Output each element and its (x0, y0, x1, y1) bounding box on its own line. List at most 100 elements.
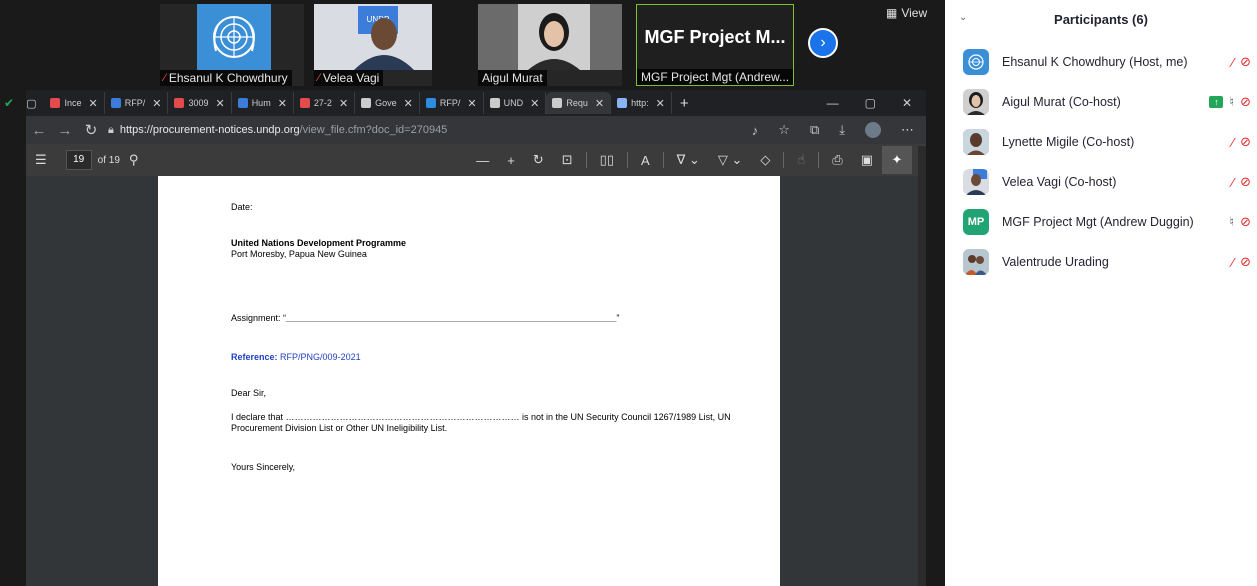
participants-header: ⌄ Participants (6) (945, 0, 1257, 38)
fit-page-icon[interactable]: ⊡ (553, 152, 582, 168)
save-icon[interactable]: ▣ (852, 152, 882, 168)
close-icon[interactable]: ✕ (902, 96, 912, 110)
zoom-in-icon[interactable]: + (498, 153, 524, 168)
video-tile-velea[interactable]: UNDP ⁄ Velea Vagi (314, 4, 432, 86)
draw-icon[interactable]: ∇ ⌄ (668, 152, 709, 168)
more-menu-icon[interactable]: ⋯ (901, 122, 914, 138)
table-of-contents-icon[interactable]: ☰ (26, 152, 56, 168)
browser-tab[interactable]: http: ✕ (611, 92, 672, 114)
participant-row[interactable]: Ehsanul K Chowdhury (Host, me) ⁄ ⊘ (945, 42, 1257, 82)
tab-label: Ince (64, 98, 82, 108)
participant-row[interactable]: Lynette Migile (Co-host) ⁄ ⊘ (945, 122, 1257, 162)
shared-screen-browser: ✔ ▢ Ince ✕ RFP/✕ 3009 ✕ Hum ✕ 27-2 ✕ Gove ✕ RFP/✕ UN… (4, 90, 926, 586)
downloads-icon[interactable]: ⤓ (839, 122, 845, 138)
chevron-down-icon[interactable]: ⌄ (959, 12, 967, 23)
video-off-icon[interactable]: ⊘ (1240, 94, 1251, 110)
mic-muted-icon[interactable]: ⁄ (1232, 135, 1234, 150)
meeting-area: ⁄ Ehsanul K Chowdhury UNDP ⁄ Velea Vagi (0, 0, 945, 586)
video-off-icon[interactable]: ⊘ (1240, 214, 1251, 230)
mic-muted-icon[interactable]: ⁄ (1232, 175, 1234, 190)
toolbar-divider (585, 152, 587, 168)
mic-icon[interactable]: ♮ (1229, 94, 1234, 110)
url-field[interactable]: 🔒︎ https://procurement-notices.undp.org/… (108, 119, 678, 141)
tab-close-icon[interactable]: ✕ (88, 97, 97, 110)
tab-close-icon[interactable]: ✕ (467, 97, 476, 110)
browser-tab[interactable]: Hum ✕ (232, 92, 294, 114)
favorites-star-icon[interactable]: ☆ (778, 122, 790, 138)
video-off-icon[interactable]: ⊘ (1240, 254, 1251, 270)
grid-view-icon: ▦ (886, 6, 898, 20)
tab-label: UND (503, 98, 524, 108)
participant-name: Aigul Murat (Co-host) (1002, 95, 1121, 109)
tab-close-icon[interactable]: ✕ (404, 97, 413, 110)
browser-tab[interactable]: UND ✕ (484, 92, 547, 114)
tab-close-icon[interactable]: ✕ (656, 97, 665, 110)
participant-row[interactable]: MP MGF Project Mgt (Andrew Duggin) ♮ ⊘ (945, 202, 1257, 242)
tab-close-icon[interactable]: ✕ (215, 97, 224, 110)
pin-toolbar-button[interactable]: ✦ (882, 146, 912, 174)
tab-close-icon[interactable]: ✕ (339, 97, 348, 110)
eraser-icon[interactable]: ◇ (751, 152, 779, 168)
search-icon[interactable]: ⚲ (120, 152, 148, 168)
page-number-input[interactable]: 19 (65, 150, 92, 170)
back-icon[interactable]: ← (26, 122, 52, 139)
browser-tab[interactable]: Requ ✕ (546, 92, 612, 114)
print-icon[interactable]: ⎙ (823, 152, 851, 168)
forward-icon[interactable]: → (52, 122, 78, 139)
tile-big-label: MGF Project M... (644, 27, 786, 47)
participant-row[interactable]: Aigul Murat (Co-host) ↑ ♮ ⊘ (945, 82, 1257, 122)
un-logo-avatar (963, 49, 989, 75)
participant-photo (967, 92, 985, 115)
view-button[interactable]: ▦ View (886, 6, 927, 20)
mic-muted-icon[interactable]: ⁄ (1232, 255, 1234, 270)
refresh-icon[interactable]: ↻ (78, 121, 104, 139)
address-bar-row: ← → ↻ 🔒︎ https://procurement-notices.und… (26, 116, 926, 144)
tab-label: http: (631, 98, 649, 108)
video-off-icon[interactable]: ⊘ (1240, 54, 1251, 70)
participant-photo (963, 249, 989, 275)
rotate-icon[interactable]: ↻ (524, 152, 553, 168)
video-off-icon[interactable]: ⊘ (1240, 174, 1251, 190)
browser-tab[interactable]: Gove ✕ (355, 92, 420, 114)
touch-icon[interactable]: ☝ (788, 152, 814, 168)
read-aloud-text-icon[interactable]: A (632, 153, 659, 168)
un-emblem-icon (213, 16, 255, 58)
avatar (963, 89, 989, 115)
video-off-icon[interactable]: ⊘ (1240, 134, 1251, 150)
tab-label: Requ (566, 98, 588, 108)
profile-avatar-icon[interactable] (865, 122, 881, 138)
video-tile-name: MGF Project Mgt (Andrew... (637, 69, 793, 85)
maximize-icon[interactable]: ▢ (865, 96, 876, 110)
mic-muted-icon[interactable]: ⁄ (1232, 55, 1234, 70)
mic-icon[interactable]: ♮ (1229, 214, 1234, 230)
video-tile-mgf-active-speaker[interactable]: MGF Project M... MGF Project Mgt (Andrew… (636, 4, 794, 86)
page-view-icon[interactable]: ▯▯ (591, 152, 623, 168)
new-tab-button[interactable]: + (672, 95, 697, 112)
tab-close-icon[interactable]: ✕ (530, 97, 539, 110)
toolbar-divider (662, 152, 664, 168)
read-aloud-icon[interactable]: ♪ (752, 123, 759, 138)
participant-row[interactable]: Valentrude Urading ⁄ ⊘ (945, 242, 1257, 282)
tab-actions-icon[interactable]: ▢ (18, 97, 44, 110)
scrollbar[interactable] (918, 146, 926, 586)
zoom-out-icon[interactable]: — (467, 153, 498, 168)
tab-close-icon[interactable]: ✕ (152, 97, 161, 110)
browser-tab[interactable]: Ince ✕ (44, 92, 105, 114)
page-total: of 19 (97, 154, 120, 166)
tab-close-icon[interactable]: ✕ (595, 97, 604, 110)
collections-icon[interactable]: ⧉ (810, 122, 819, 138)
browser-tab[interactable]: RFP/ ✕ (105, 92, 169, 114)
minimize-icon[interactable]: — (827, 96, 839, 110)
browser-tab[interactable]: RFP/ ✕ (420, 92, 484, 114)
browser-tab[interactable]: 3009 ✕ (168, 92, 232, 114)
next-page-button[interactable]: › (808, 28, 838, 58)
participant-name: MGF Project Mgt (Andrew Duggin) (1002, 215, 1194, 229)
video-tile-aigul[interactable]: Aigul Murat (478, 4, 622, 86)
pdf-viewport[interactable]: Date: United Nations Development Program… (26, 176, 926, 586)
tab-close-icon[interactable]: ✕ (278, 97, 287, 110)
participant-row[interactable]: Velea Vagi (Co-host) ⁄ ⊘ (945, 162, 1257, 202)
highlight-icon[interactable]: ▽ ⌄ (709, 152, 752, 168)
browser-tab[interactable]: 27-2 ✕ (294, 92, 356, 114)
video-tile-ehsanul[interactable]: ⁄ Ehsanul K Chowdhury (160, 4, 304, 86)
shield-check-icon: ✔ (4, 96, 15, 110)
